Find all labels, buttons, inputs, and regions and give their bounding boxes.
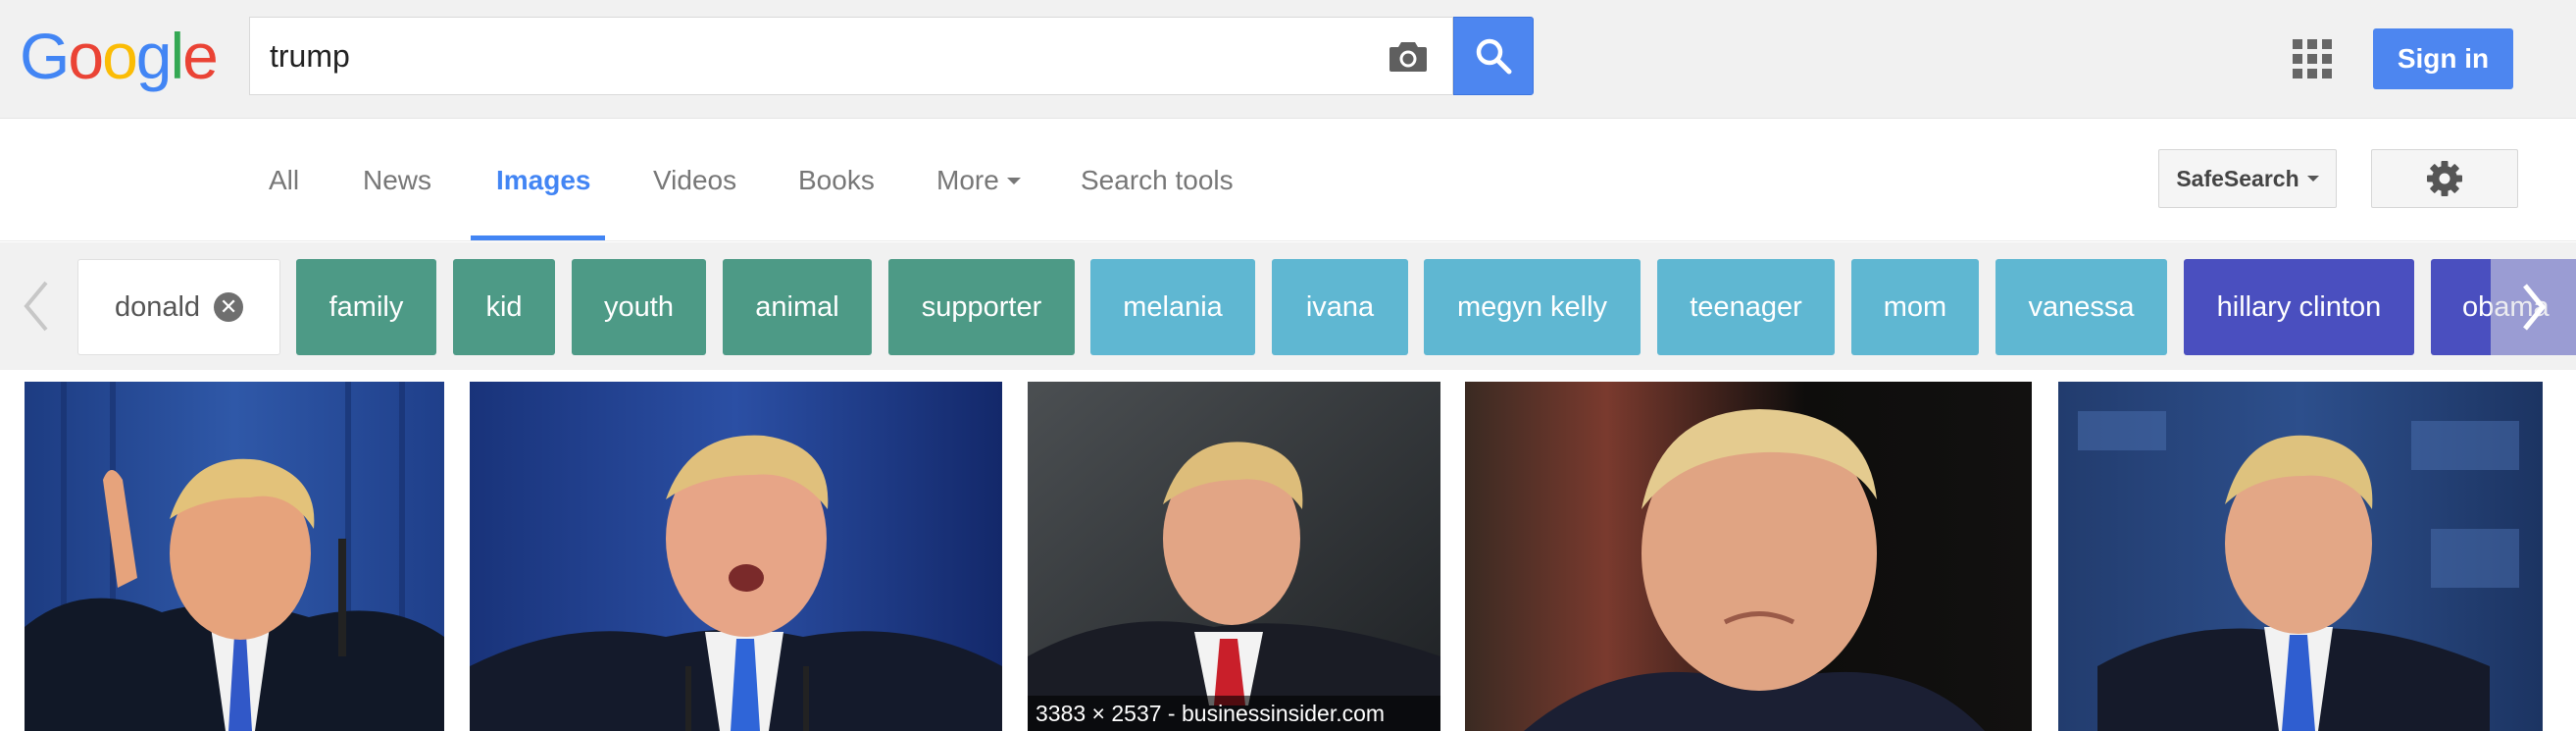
chip-supporter[interactable]: supporter <box>888 259 1075 355</box>
chip-melania[interactable]: melania <box>1090 259 1255 355</box>
chip-animal[interactable]: animal <box>723 259 872 355</box>
active-tab-indicator <box>471 235 605 240</box>
logo-letter: o <box>68 20 104 92</box>
chevron-left-icon[interactable] <box>14 272 57 340</box>
tab-images[interactable]: Images <box>496 120 591 241</box>
result-image-1[interactable] <box>25 382 444 731</box>
search-box <box>249 17 1453 95</box>
chip-mom[interactable]: mom <box>1851 259 1979 355</box>
chip-youth[interactable]: youth <box>572 259 706 355</box>
result-image-2[interactable] <box>470 382 1002 731</box>
chip-megyn-kelly[interactable]: megyn kelly <box>1424 259 1641 355</box>
tab-books[interactable]: Books <box>798 120 875 241</box>
chevron-down-icon <box>2306 176 2319 182</box>
tab-all[interactable]: All <box>269 120 299 241</box>
sign-in-button[interactable]: Sign in <box>2373 28 2513 89</box>
result-image-5[interactable] <box>2058 382 2543 731</box>
image-results: 3383 × 2537 - businessinsider.com <box>0 370 2576 731</box>
chip-hillary-clinton[interactable]: hillary clinton <box>2184 259 2414 355</box>
gear-icon <box>2427 161 2462 196</box>
search-button[interactable] <box>1453 17 1534 95</box>
result-image-3[interactable]: 3383 × 2537 - businessinsider.com <box>1028 382 1440 731</box>
google-logo[interactable]: G o o g l e <box>20 20 219 92</box>
settings-button[interactable] <box>2371 149 2518 208</box>
chip-family[interactable]: family <box>296 259 436 355</box>
tab-more[interactable]: More <box>936 120 1021 241</box>
logo-letter: e <box>182 20 219 92</box>
chip-vanessa[interactable]: vanessa <box>1995 259 2167 355</box>
related-search-chips: donald ✕ family kid youth animal support… <box>0 242 2576 370</box>
result-image-4[interactable] <box>1465 382 2032 731</box>
chip-label: donald <box>114 290 201 323</box>
tab-search-tools[interactable]: Search tools <box>1081 120 1234 241</box>
tab-news[interactable]: News <box>363 120 431 241</box>
logo-letter: G <box>20 20 70 92</box>
tab-videos[interactable]: Videos <box>653 120 736 241</box>
tab-more-label: More <box>936 165 999 195</box>
chevron-right-icon[interactable] <box>2491 259 2576 355</box>
safesearch-label: SafeSearch <box>2176 165 2299 191</box>
search-input[interactable] <box>250 18 1364 94</box>
logo-letter: o <box>102 20 138 92</box>
image-caption: 3383 × 2537 - businessinsider.com <box>1028 696 1440 731</box>
apps-grid-icon[interactable] <box>2293 39 2332 78</box>
chip-teenager[interactable]: teenager <box>1657 259 1835 355</box>
search-icon <box>1476 38 1512 75</box>
chip-kid[interactable]: kid <box>453 259 555 355</box>
close-icon[interactable]: ✕ <box>214 292 244 322</box>
camera-icon[interactable] <box>1364 18 1452 94</box>
chevron-down-icon <box>1006 177 1021 184</box>
logo-letter: g <box>135 20 173 92</box>
safesearch-dropdown[interactable]: SafeSearch <box>2158 149 2337 208</box>
top-bar: G o o g l e Sign in <box>0 0 2576 119</box>
chip-donald[interactable]: donald ✕ <box>77 259 280 355</box>
logo-letter: l <box>170 20 185 92</box>
chip-ivana[interactable]: ivana <box>1272 259 1408 355</box>
